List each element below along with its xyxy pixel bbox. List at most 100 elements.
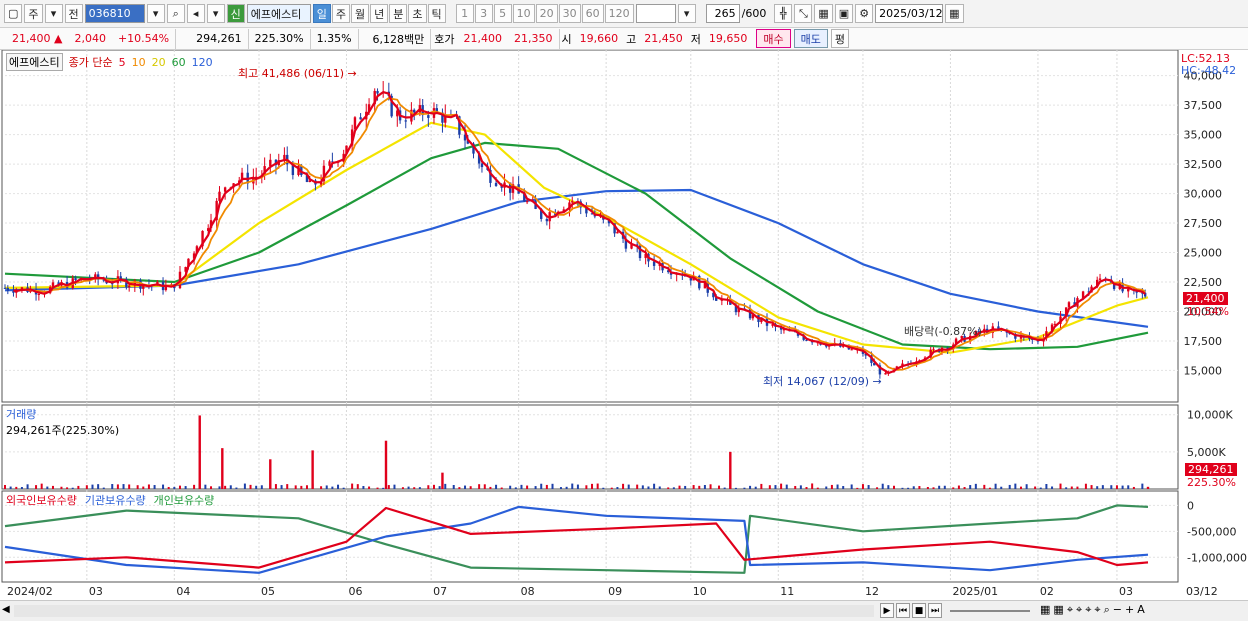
- gear-icon[interactable]: ⚙: [855, 4, 874, 23]
- last-icon[interactable]: ⏭: [928, 603, 942, 618]
- volume-bar: [1127, 485, 1130, 489]
- candle-type-icon[interactable]: ╬: [774, 4, 793, 23]
- bar-count-input[interactable]: 265: [705, 4, 740, 23]
- candle-body: [545, 218, 549, 222]
- horizontal-scrollbar[interactable]: [14, 605, 874, 617]
- draw-tool-icon[interactable]: ⤡: [794, 4, 813, 23]
- volume-bar: [658, 486, 661, 489]
- volume-bar: [311, 450, 314, 489]
- low-label: 저: [690, 32, 701, 46]
- candle-body: [1098, 278, 1102, 280]
- volume-bar: [514, 487, 517, 489]
- period-button-0[interactable]: 일: [312, 4, 331, 23]
- period-button-3[interactable]: 년: [370, 4, 389, 23]
- buy-button[interactable]: 매수: [756, 29, 791, 48]
- x-axis-label: 09: [608, 585, 622, 598]
- code-dropdown-icon[interactable]: ▾: [146, 4, 165, 23]
- legend-ma10: 10: [131, 55, 146, 69]
- candle-body: [427, 115, 430, 118]
- interval-button-1[interactable]: 3: [474, 4, 493, 23]
- tool-icon[interactable]: ▦: [1040, 603, 1050, 617]
- tool-icon[interactable]: ⌖: [1094, 603, 1100, 617]
- volume-bar: [128, 484, 131, 489]
- zoom-slider[interactable]: [950, 610, 1030, 612]
- volume-bar: [1096, 486, 1099, 489]
- interval-button-4[interactable]: 20: [535, 4, 558, 23]
- chevron-down-icon[interactable]: ▾: [206, 4, 225, 23]
- interval-button-2[interactable]: 5: [493, 4, 512, 23]
- price-tick-label: 17,500: [1184, 335, 1223, 348]
- volume-bar: [478, 484, 481, 489]
- new-badge[interactable]: 신: [226, 4, 245, 23]
- volume-bar: [489, 486, 492, 489]
- sound-icon[interactable]: ◂: [186, 4, 205, 23]
- volume-bar: [534, 486, 537, 489]
- volume-bar: [362, 486, 365, 489]
- interval-button-6[interactable]: 60: [581, 4, 604, 23]
- volume-bar: [122, 484, 125, 489]
- stock-chart[interactable]: 40,00037,50035,00032,50030,00027,50025,0…: [0, 50, 1248, 602]
- tool-icon[interactable]: ▦: [1053, 603, 1063, 617]
- volume-bar: [432, 484, 435, 489]
- volume-bar: [500, 487, 503, 489]
- stock-code-input[interactable]: 036810: [84, 4, 145, 23]
- volume-bar: [20, 487, 23, 489]
- interval-button-7[interactable]: 120: [604, 4, 634, 23]
- tool-icon[interactable]: ⌖: [1067, 603, 1073, 617]
- volume-bar: [943, 485, 946, 489]
- high-label: 고: [626, 32, 637, 46]
- price-tick-label: 27,500: [1184, 217, 1223, 230]
- candle-body: [884, 373, 887, 375]
- sell-button[interactable]: 매도: [793, 29, 828, 48]
- volume-bar: [653, 483, 656, 489]
- search-icon[interactable]: ⌕: [166, 4, 185, 23]
- volume-bar: [957, 485, 960, 489]
- tool-icon[interactable]: ⌖: [1085, 603, 1091, 617]
- volume-title: 거래량: [6, 408, 37, 421]
- volume-bar: [1090, 485, 1093, 489]
- interval-button-3[interactable]: 10: [512, 4, 535, 23]
- tool-icon[interactable]: ⌖: [1076, 603, 1082, 617]
- interval-button-5[interactable]: 30: [558, 4, 581, 23]
- volume-bar: [734, 487, 737, 489]
- eval-button[interactable]: 평: [830, 29, 850, 48]
- volume-bar: [331, 486, 334, 489]
- legend-ma-label: 종가 단순: [68, 56, 113, 69]
- text-size-icon[interactable]: A: [1137, 603, 1145, 617]
- volume-bar: [184, 486, 187, 489]
- scroll-left-icon[interactable]: ◀: [2, 604, 10, 615]
- period-button-2[interactable]: 월: [351, 4, 370, 23]
- volume-bar: [382, 487, 385, 489]
- interval-button-0[interactable]: 1: [455, 4, 474, 23]
- zoom-tools: ▦ ▦ ⌖ ⌖ ⌖ ⌖ ⌕ − + A: [1040, 603, 1145, 617]
- chevron-down-icon[interactable]: ▾: [44, 4, 63, 23]
- period-button-1[interactable]: 주: [331, 4, 351, 23]
- volume-bar: [356, 484, 359, 489]
- type-select[interactable]: 주: [24, 4, 43, 23]
- period-button-5[interactable]: 초: [408, 4, 427, 23]
- period-buttons: 일주월년분초틱: [312, 4, 446, 23]
- prev-button[interactable]: 전: [64, 4, 83, 23]
- volume-value: 294,261: [196, 32, 242, 45]
- turnover: 1.35%: [316, 32, 352, 45]
- period-button-4[interactable]: 분: [389, 4, 408, 23]
- grid-icon[interactable]: ▦: [814, 4, 833, 23]
- legend-stock-name: 에프에스티: [6, 53, 63, 71]
- high-note: 최고 41,486 (06/11) →: [238, 67, 357, 80]
- stop-icon[interactable]: ■: [912, 603, 926, 618]
- save-icon[interactable]: ▣: [834, 4, 854, 23]
- calendar-icon[interactable]: ▦: [945, 4, 964, 23]
- period-button-6[interactable]: 틱: [427, 4, 446, 23]
- tool-icon[interactable]: ⌕: [1104, 603, 1110, 617]
- window-icon[interactable]: ▢: [4, 4, 23, 23]
- chevron-down-icon[interactable]: ▾: [677, 4, 696, 23]
- volume-bar: [983, 484, 986, 489]
- interval-input[interactable]: [635, 4, 676, 23]
- first-icon[interactable]: ⏮: [896, 603, 910, 618]
- play-icon[interactable]: ▶: [880, 603, 894, 618]
- zoom-out-icon[interactable]: −: [1113, 603, 1122, 617]
- zoom-in-icon[interactable]: +: [1125, 603, 1134, 617]
- date-input[interactable]: 2025/03/12: [875, 4, 944, 23]
- volume-bar: [749, 485, 752, 489]
- hc-label: HC:-48.42: [1181, 64, 1237, 77]
